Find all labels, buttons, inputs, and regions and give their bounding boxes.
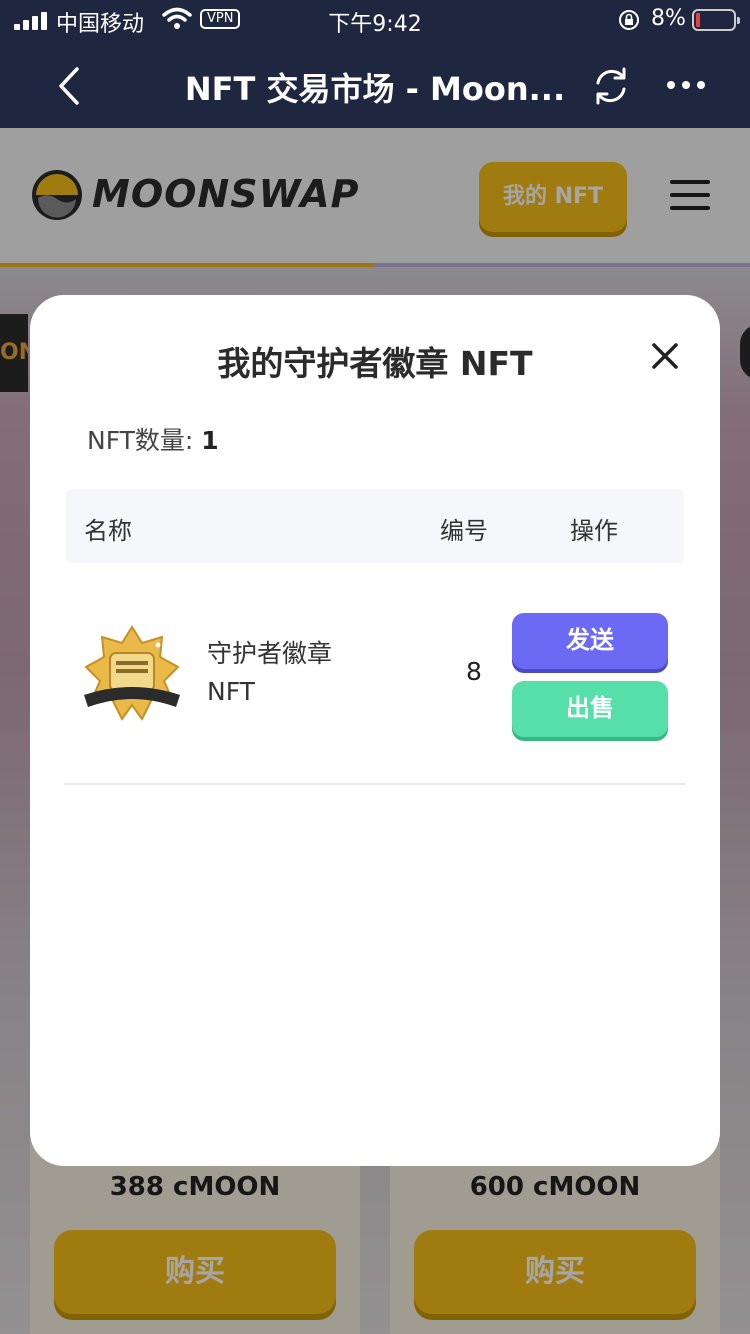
app-top-bar: 中国移动 VPN 下午9:42 8% NFT 交易市场 - Moon...: [0, 0, 750, 128]
guardian-badge-image: [84, 625, 180, 721]
send-button[interactable]: 发送: [512, 613, 668, 669]
battery-percent: 8%: [651, 6, 686, 31]
nft-name: 守护者徽章 NFT: [207, 639, 333, 706]
battery-icon: [692, 9, 740, 31]
column-header-number: 编号: [440, 517, 488, 545]
row-divider: [64, 783, 686, 785]
close-icon[interactable]: [650, 341, 680, 371]
back-icon[interactable]: [55, 66, 83, 106]
nft-count-value: 1: [201, 426, 219, 455]
nft-number: 8: [466, 657, 482, 686]
nft-count: NFT数量: 1: [87, 421, 219, 457]
column-header-action: 操作: [570, 517, 618, 545]
status-bar: 中国移动 VPN 下午9:42 8%: [0, 0, 750, 40]
sell-button[interactable]: 出售: [512, 681, 668, 737]
nft-count-label: NFT数量:: [87, 426, 194, 455]
table-row: 守护者徽章 NFT 8 发送 出售: [66, 605, 684, 785]
refresh-icon[interactable]: [590, 65, 632, 107]
rotation-lock-icon: [619, 10, 639, 30]
my-nft-modal: 我的守护者徽章 NFT NFT数量: 1 名称 编号 操作 守护者徽章 NFT …: [30, 295, 720, 1166]
nav-title: NFT 交易市场 - Moon...: [184, 70, 566, 108]
table-header: 名称 编号 操作: [66, 489, 684, 563]
more-icon[interactable]: [666, 80, 706, 90]
modal-title: 我的守护者徽章 NFT: [217, 344, 533, 383]
column-header-name: 名称: [84, 517, 132, 545]
